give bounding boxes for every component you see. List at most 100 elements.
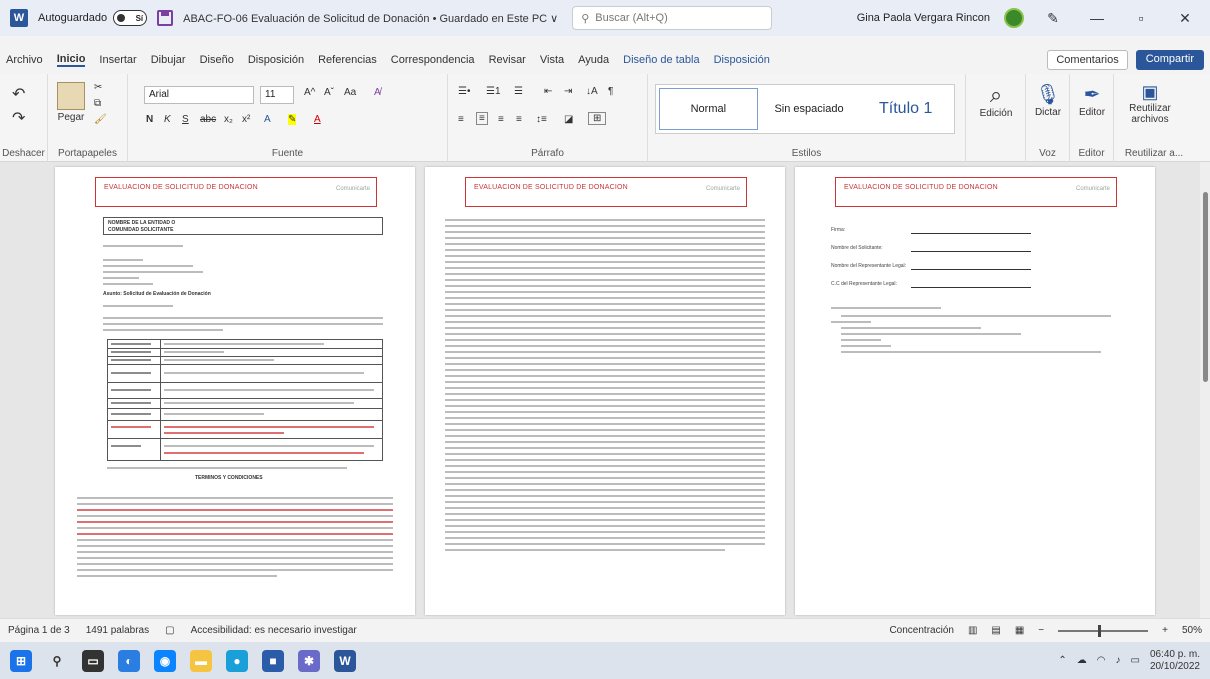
print-layout-icon[interactable]: ▤ [991,625,1000,636]
subscript-icon[interactable]: x₂ [224,114,233,125]
tab-insertar[interactable]: Insertar [99,54,136,66]
teams-icon[interactable]: ✱ [298,649,320,672]
applicant-name-line[interactable] [911,251,1031,252]
clear-format-icon[interactable]: A̸ [374,87,381,98]
tab-disposicion-tabla[interactable]: Disposición [714,54,770,66]
line-spacing-icon[interactable]: ↕≡ [536,114,547,125]
legal-rep-id-line[interactable] [911,287,1031,288]
shading-icon[interactable]: ◪ [564,114,573,125]
align-left-icon[interactable]: ≡ [458,114,464,125]
zoom-slider[interactable] [1058,624,1149,637]
web-layout-icon[interactable]: ▦ [1015,625,1024,636]
undo-icon[interactable]: ↶ [12,84,25,104]
italic-icon[interactable]: K [164,114,171,125]
legal-rep-name-line[interactable] [911,269,1031,270]
font-size-select[interactable]: 11 [260,86,294,104]
avatar[interactable] [1004,8,1024,28]
comments-button[interactable]: Comentarios [1047,50,1128,70]
donation-info-table[interactable] [107,339,383,461]
cut-icon[interactable]: ✂ [94,82,102,93]
zoom-out-button[interactable]: − [1038,625,1044,636]
document-title[interactable]: ABAC-FO-06 Evaluación de Solicitud de Do… [183,12,558,25]
multilevel-icon[interactable]: ☰ [514,86,523,97]
pen-icon[interactable]: ✎ [1038,10,1068,27]
tab-ayuda[interactable]: Ayuda [578,54,609,66]
highlight-icon[interactable]: ✎ [288,114,297,125]
underline-icon[interactable]: S [182,114,189,125]
borders-icon[interactable]: ⊞ [588,112,607,125]
tab-archivo[interactable]: Archivo [6,54,43,66]
page-info[interactable]: Página 1 de 3 [8,625,70,636]
proofing-icon[interactable]: ▢ [165,625,174,636]
strikethrough-icon[interactable]: abc [200,114,216,125]
app-icon[interactable]: ● [226,649,248,672]
change-case-icon[interactable]: Aa [344,87,356,98]
store-icon[interactable]: ■ [262,649,284,672]
sort-icon[interactable]: ↓A [586,86,598,97]
share-button[interactable]: Compartir [1135,50,1204,70]
tab-dibujar[interactable]: Dibujar [151,54,186,66]
align-center-icon[interactable]: ≡ [476,112,488,125]
decrease-indent-icon[interactable]: ⇤ [544,86,552,97]
battery-icon[interactable]: ▭ [1130,655,1139,666]
font-color-icon[interactable]: A [314,114,321,125]
editor-button[interactable]: ✒ Editor [1074,82,1110,118]
browser-icon[interactable]: ◐ [118,649,140,672]
autosave-control[interactable]: Autoguardado Sí [38,10,148,26]
numbering-icon[interactable]: ☰1 [486,86,501,97]
minimize-button[interactable]: — [1082,10,1112,26]
tab-correspondencia[interactable]: Correspondencia [391,54,475,66]
text-effects-icon[interactable]: A [264,114,271,125]
wifi-icon[interactable]: ◠ [1097,655,1106,666]
tab-diseno-tabla[interactable]: Diseño de tabla [623,54,699,66]
font-name-select[interactable]: Arial [144,86,254,104]
reuse-files-button[interactable]: ▣ Reutilizar archivos [1120,82,1180,125]
maximize-button[interactable]: ▫ [1126,10,1156,26]
superscript-icon[interactable]: x² [242,114,250,125]
redo-icon[interactable]: ↷ [12,108,25,128]
copy-icon[interactable]: ⧉ [94,98,101,109]
focus-mode-button[interactable]: Concentración [889,625,953,636]
search-icon[interactable]: ⚲ [46,650,68,672]
signature-field-line[interactable] [911,233,1031,234]
edge-icon[interactable]: ◉ [154,649,176,672]
tab-inicio[interactable]: Inicio [56,53,86,67]
save-icon[interactable] [157,10,174,26]
close-button[interactable]: ✕ [1170,10,1200,27]
paste-button[interactable]: Pegar [56,82,86,123]
document-workspace[interactable]: EVALUACION DE SOLICITUD DE DONACION Comu… [0,162,1210,618]
tab-referencias[interactable]: Referencias [318,54,377,66]
bold-icon[interactable]: N [146,114,153,125]
dictate-button[interactable]: 🎙 Dictar [1030,82,1066,118]
zoom-slider-thumb[interactable] [1098,624,1102,637]
zoom-in-button[interactable]: + [1162,625,1168,636]
cloud-icon[interactable]: ☁ [1077,655,1087,666]
editing-button[interactable]: ⌕ Edición [976,82,1016,119]
document-page-1[interactable]: EVALUACION DE SOLICITUD DE DONACION Comu… [55,167,415,615]
format-painter-icon[interactable]: 🖌 [94,114,107,125]
increase-indent-icon[interactable]: ⇥ [564,86,572,97]
zoom-level[interactable]: 50% [1182,625,1202,636]
pilcrow-icon[interactable]: ¶ [608,86,613,97]
clock[interactable]: 06:40 p. m. 20/10/2022 [1150,649,1200,673]
document-page-2[interactable]: EVALUACION DE SOLICITUD DE DONACION Comu… [425,167,785,615]
tab-disposicion[interactable]: Disposición [248,54,304,66]
word-taskbar-icon[interactable]: W [334,649,356,672]
tab-revisar[interactable]: Revisar [489,54,526,66]
shrink-font-icon[interactable]: Aˇ [324,87,334,98]
scrollbar-thumb[interactable] [1203,192,1208,382]
justify-icon[interactable]: ≡ [516,114,522,125]
vertical-scrollbar[interactable] [1200,162,1210,618]
tab-diseno[interactable]: Diseño [200,54,234,66]
tab-vista[interactable]: Vista [540,54,564,66]
bullets-icon[interactable]: ☰• [458,86,470,97]
grow-font-icon[interactable]: A^ [304,87,315,98]
chevron-up-icon[interactable]: ⌃ [1058,655,1066,666]
accessibility-status[interactable]: Accesibilidad: es necesario investigar [191,625,357,636]
search-input[interactable]: ⚲ Buscar (Alt+Q) [572,6,773,30]
read-mode-icon[interactable]: ▥ [968,625,977,636]
volume-icon[interactable]: ♪ [1115,655,1120,666]
entity-name-table[interactable]: NOMBRE DE LA ENTIDAD O COMUNIDAD SOLICIT… [103,217,383,235]
word-count[interactable]: 1491 palabras [86,625,149,636]
align-right-icon[interactable]: ≡ [498,114,504,125]
